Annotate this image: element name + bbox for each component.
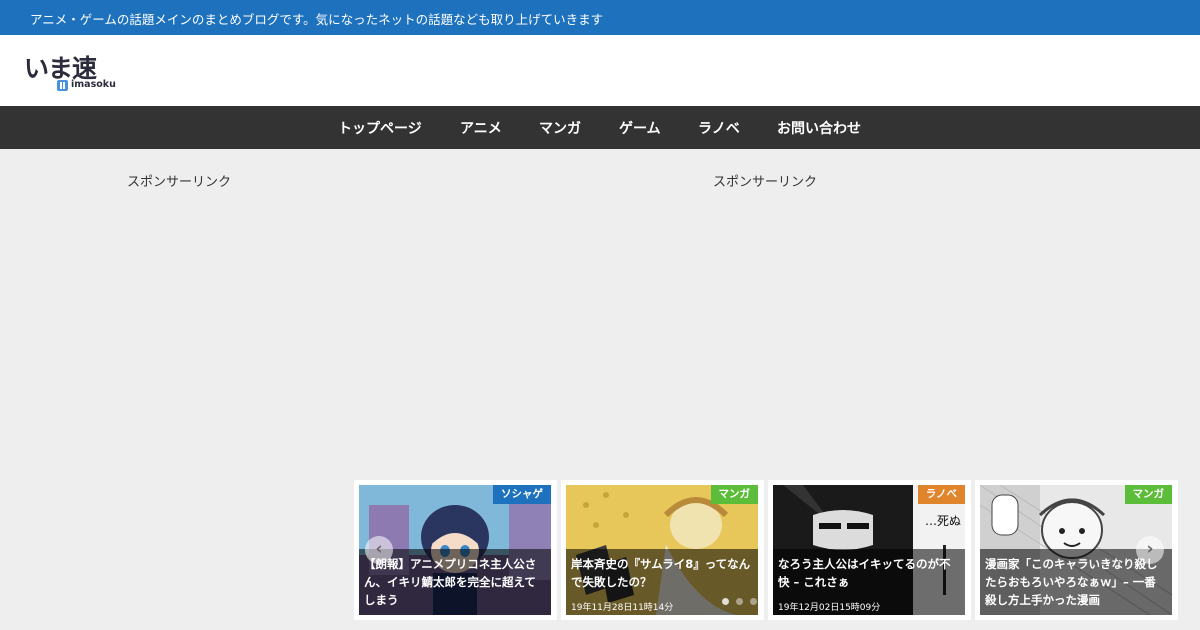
chevron-right-icon: › xyxy=(1146,539,1154,559)
card-title[interactable]: 【朗報】アニメプリコネ主人公さん、イキリ鯖太郎を完全に超えてしまう xyxy=(364,555,546,609)
carousel-dot[interactable] xyxy=(750,598,757,605)
carousel-dot[interactable] xyxy=(736,598,743,605)
sponsor-label-left: スポンサーリンク xyxy=(127,175,232,190)
chevron-left-icon: ‹ xyxy=(375,539,383,559)
site-tagline: アニメ・ゲームの話題メインのまとめブログです。気になったネットの話題なども取り上… xyxy=(30,12,604,27)
nav-item-top[interactable]: トップページ xyxy=(338,118,422,138)
category-badge[interactable]: ラノベ xyxy=(917,485,965,504)
site-header: いま速 imasoku xyxy=(0,35,1200,106)
global-nav: トップページ アニメ マンガ ゲーム ラノベ お問い合わせ xyxy=(0,106,1200,149)
nav-item-manga[interactable]: マンガ xyxy=(539,118,581,138)
article-carousel: ソシャゲ 【朗報】アニメプリコネ主人公さん、イキリ鯖太郎を完全に超えてしまう マ… xyxy=(354,480,1180,620)
nav-item-light-novel[interactable]: ラノベ xyxy=(698,118,740,138)
svg-text:…死ぬ: …死ぬ xyxy=(925,514,961,528)
nav-item-game[interactable]: ゲーム xyxy=(619,118,661,138)
carousel-pagination xyxy=(720,598,760,606)
card-title[interactable]: なろう主人公はイキッてるのが不快 – これさぁ xyxy=(778,555,960,591)
site-logo[interactable]: いま速 imasoku xyxy=(24,49,120,97)
sponsor-label-right: スポンサーリンク xyxy=(713,175,818,190)
carousel-next-button[interactable]: › xyxy=(1136,536,1164,564)
nav-item-contact[interactable]: お問い合わせ xyxy=(777,118,861,138)
carousel-prev-button[interactable]: ‹ xyxy=(365,536,393,564)
card-title[interactable]: 岸本斉史の『サムライ8』ってなんで失敗したの？ xyxy=(571,555,753,591)
carousel-dot[interactable] xyxy=(722,598,729,605)
nav-item-anime[interactable]: アニメ xyxy=(460,118,502,138)
carousel-card[interactable]: …死ぬ ラノベ なろう主人公はイキッてるのが不快 – これさぁ 19年12月02… xyxy=(768,480,971,620)
category-badge[interactable]: ソシャゲ xyxy=(493,485,551,504)
card-date: 19年11月28日11時14分 xyxy=(571,603,674,613)
card-title[interactable]: 漫画家「このキャラいきなり殺したらおもろいやろなぁｗ」– 一番殺し方上手かった漫… xyxy=(985,555,1167,609)
top-bar: アニメ・ゲームの話題メインのまとめブログです。気になったネットの話題なども取り上… xyxy=(0,0,1200,35)
category-badge[interactable]: マンガ xyxy=(710,485,758,504)
card-date: 19年12月02日15時09分 xyxy=(778,603,881,613)
logo-subtitle: imasoku xyxy=(71,79,116,90)
logo-badge-icon xyxy=(57,80,68,91)
category-badge[interactable]: マンガ xyxy=(1124,485,1172,504)
